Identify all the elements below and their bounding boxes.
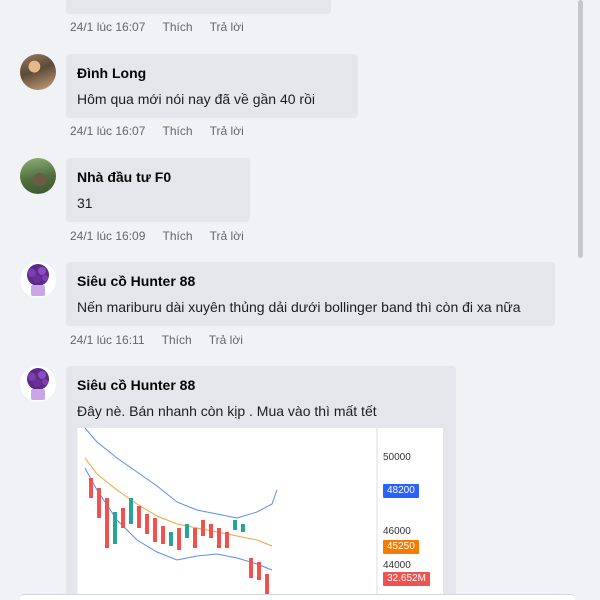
comment-bubble: Siêu cồ Hunter 88 Đây nè. Bán nhanh còn … — [66, 366, 456, 600]
price-tag: 45250 — [383, 540, 419, 554]
comment-feed: 24/1 lúc 16:07 Thích Trả lời Đình Long H… — [0, 0, 578, 600]
price-tag: 32.652M — [383, 572, 430, 586]
price-axis-label: 44000 — [383, 560, 411, 571]
comment-meta: 24/1 lúc 16:07 Thích Trả lời — [70, 124, 258, 138]
comment-text: Nến mariburu dài xuyên thủng dải dưới bo… — [77, 299, 521, 315]
comment-author[interactable]: Siêu cồ Hunter 88 — [77, 272, 544, 290]
scrollbar[interactable] — [578, 0, 600, 600]
flower-avatar-icon — [27, 368, 49, 400]
comment-time[interactable]: 24/1 lúc 16:07 — [70, 20, 145, 34]
reply-button[interactable]: Trả lời — [210, 124, 244, 138]
reply-button[interactable]: Trả lời — [210, 20, 244, 34]
comment-time[interactable]: 24/1 lúc 16:09 — [70, 229, 145, 243]
candlesticks — [89, 478, 269, 598]
comment-meta: 24/1 lúc 16:11 Thích Trả lời — [70, 333, 257, 347]
comment-bubble — [66, 0, 331, 14]
scrollbar-thumb[interactable] — [578, 0, 583, 258]
comment-meta: 24/1 lúc 16:07 Thích Trả lời — [70, 20, 258, 34]
comment-text: Hôm qua mới nói nay đã về gần 40 rồi — [77, 91, 315, 107]
comment-bubble: Đình Long Hôm qua mới nói nay đã về gần … — [66, 54, 358, 118]
bollinger-upper-line — [84, 428, 278, 519]
like-button[interactable]: Thích — [163, 20, 193, 34]
avatar[interactable] — [20, 158, 56, 194]
comment-author[interactable]: Nhà đầu tư F0 — [77, 168, 239, 186]
comment-time[interactable]: 24/1 lúc 16:11 — [70, 333, 145, 347]
comment-time[interactable]: 24/1 lúc 16:07 — [70, 124, 145, 138]
like-button[interactable]: Thích — [163, 124, 193, 138]
like-button[interactable]: Thích — [162, 333, 192, 347]
like-button[interactable]: Thích — [163, 229, 193, 243]
avatar[interactable] — [20, 262, 56, 298]
comment-author[interactable]: Siêu cồ Hunter 88 — [77, 376, 445, 394]
comment-author[interactable]: Đình Long — [77, 64, 347, 82]
comment-text: Đây nè. Bán nhanh còn kịp . Mua vào thì … — [77, 403, 377, 419]
comment-meta: 24/1 lúc 16:09 Thích Trả lời — [70, 229, 258, 243]
comment-text: 31 — [77, 195, 93, 211]
avatar[interactable] — [20, 366, 56, 402]
attached-chart-image[interactable]: 50000 48200 46000 45250 44000 32.652M — [77, 428, 443, 600]
comment-bubble: Nhà đầu tư F0 31 — [66, 158, 250, 222]
avatar[interactable] — [20, 54, 56, 90]
price-tag: 48200 — [383, 484, 419, 498]
flower-avatar-icon — [27, 264, 49, 296]
comment-bubble: Siêu cồ Hunter 88 Nến mariburu dài xuyên… — [66, 262, 555, 326]
reply-button[interactable]: Trả lời — [210, 229, 244, 243]
price-axis-label: 50000 — [383, 452, 411, 463]
reply-button[interactable]: Trả lời — [209, 333, 243, 347]
price-axis-label: 46000 — [383, 526, 411, 537]
comment-input-bar[interactable] — [20, 594, 575, 600]
